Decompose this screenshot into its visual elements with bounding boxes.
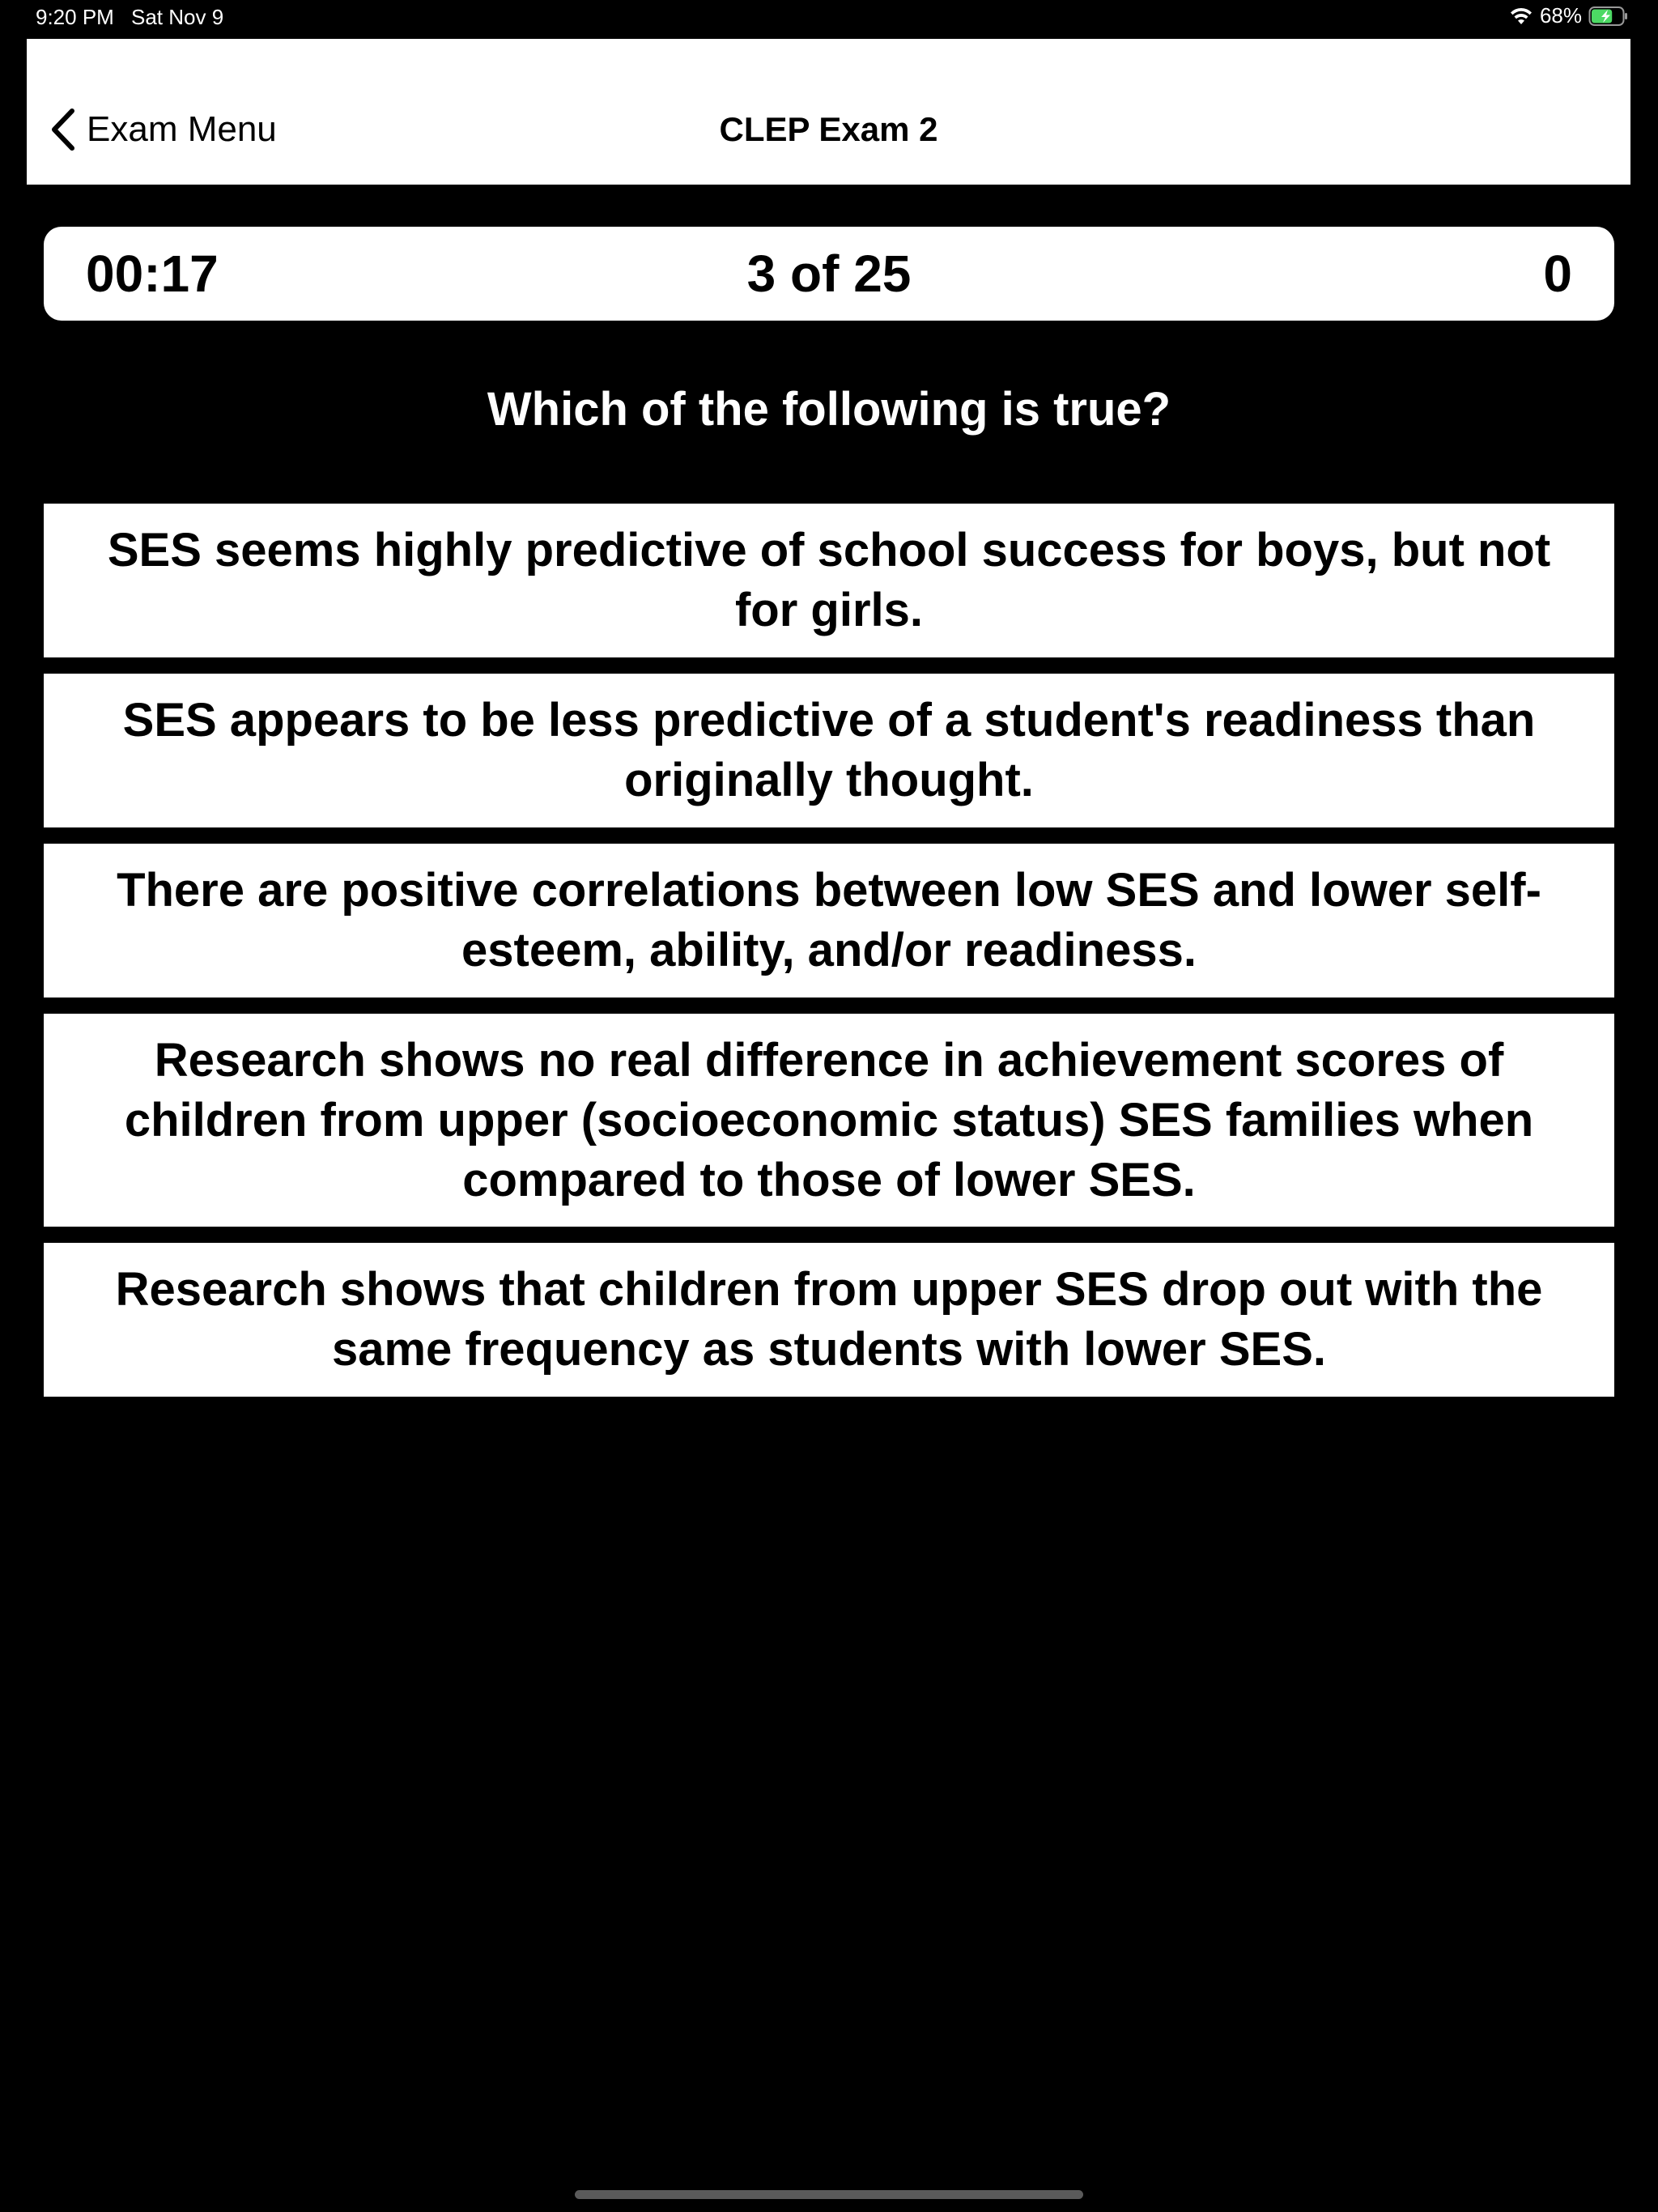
exam-progress-bar: 00:17 3 of 25 0 [44, 227, 1614, 321]
page-title: CLEP Exam 2 [719, 110, 938, 148]
battery-percent: 68% [1539, 3, 1582, 28]
answer-option-5[interactable]: Research shows that children from upper … [44, 1243, 1614, 1397]
question-text: Which of the following is true? [487, 383, 1171, 436]
navigation-bar: Exam Menu CLEP Exam 2 [27, 39, 1630, 185]
answer-option-4[interactable]: Research shows no real difference in ach… [44, 1014, 1614, 1227]
status-time: 9:20 PM [36, 5, 114, 29]
question-counter: 3 of 25 [746, 245, 912, 303]
score: 0 [1543, 245, 1572, 303]
answer-list: SES seems highly predictive of school su… [44, 504, 1614, 1413]
battery-charging-icon [1588, 6, 1629, 27]
status-date: Sat Nov 9 [131, 5, 224, 29]
status-bar: 9:20 PM Sat Nov 9 68% [0, 0, 1658, 36]
answer-option-2[interactable]: SES appears to be less predictive of a s… [44, 674, 1614, 827]
status-indicators: 68% [1509, 3, 1629, 28]
answer-option-3[interactable]: There are positive correlations between … [44, 844, 1614, 998]
answer-option-1[interactable]: SES seems highly predictive of school su… [44, 504, 1614, 657]
home-indicator[interactable] [575, 2190, 1083, 2199]
wifi-icon [1509, 6, 1533, 26]
